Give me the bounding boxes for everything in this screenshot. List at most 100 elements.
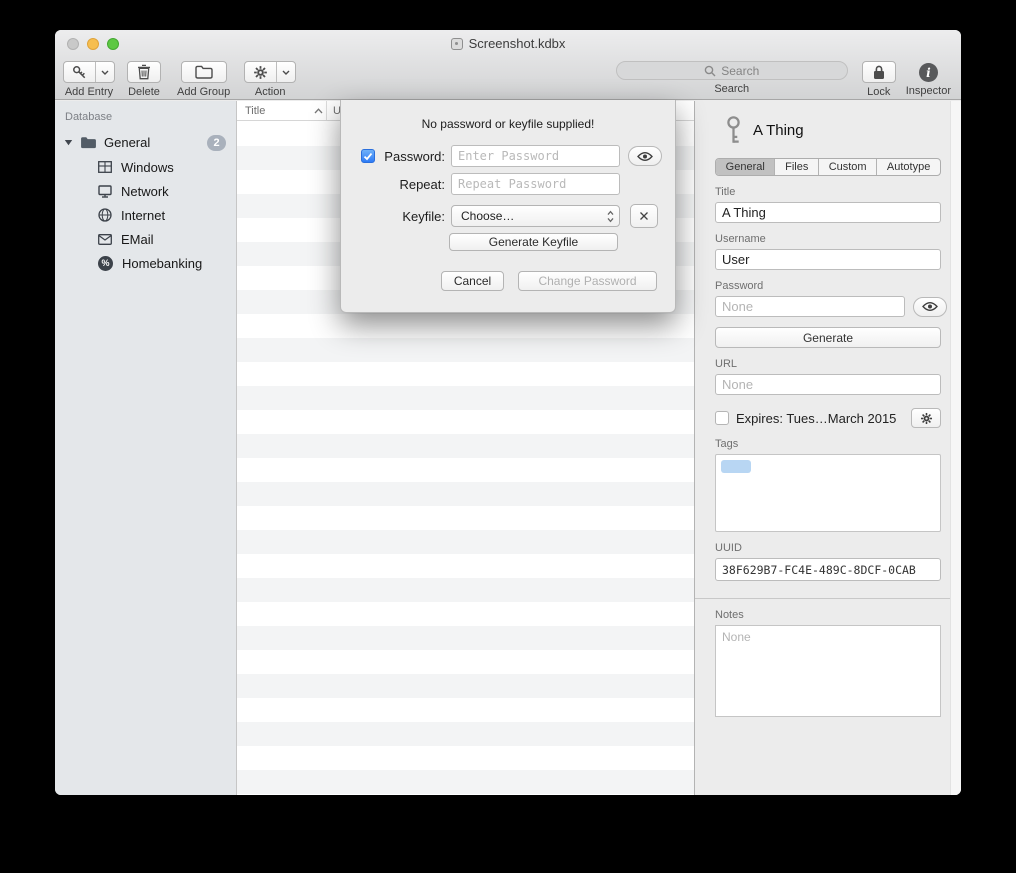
cancel-button[interactable]: Cancel <box>441 271 504 291</box>
add-group-label: Add Group <box>177 86 230 98</box>
key-icon <box>725 115 742 145</box>
lock-button[interactable] <box>862 61 896 83</box>
keyfile-popup-value: Choose… <box>461 209 514 223</box>
url-field-label: URL <box>715 358 941 370</box>
action-tool: Action <box>244 61 296 98</box>
notes-label: Notes <box>715 609 941 621</box>
dialog-keyfile-label: Keyfile: <box>379 209 445 224</box>
info-icon: i <box>926 66 931 80</box>
title-field[interactable] <box>715 202 941 223</box>
inspector-button[interactable]: i <box>919 63 938 82</box>
add-entry-label: Add Entry <box>65 86 113 98</box>
sidebar-item-label: Network <box>121 184 169 199</box>
entry-title: A Thing <box>753 122 804 139</box>
group-count-badge: 2 <box>207 135 226 151</box>
expires-label: Expires: Tues…March 2015 <box>736 411 896 426</box>
password-field-label: Password <box>715 280 941 292</box>
notes-field[interactable] <box>715 625 941 717</box>
dialog-repeat-input[interactable] <box>451 173 620 195</box>
add-entry-button[interactable] <box>63 61 115 83</box>
key-icon <box>64 62 95 82</box>
folder-icon <box>80 136 97 149</box>
delete-button[interactable] <box>127 61 161 83</box>
dialog-password-label: Password: <box>379 149 445 164</box>
sidebar-item-homebanking[interactable]: % Homebanking <box>55 251 236 275</box>
window-title: Screenshot.kdbx <box>469 36 566 51</box>
gear-icon <box>920 412 933 425</box>
dialog-show-password-button[interactable] <box>628 146 662 166</box>
dialog-repeat-label: Repeat: <box>379 177 445 192</box>
tab-files[interactable]: Files <box>775 159 819 175</box>
dialog-keyfile-row: Keyfile: Choose… <box>361 204 658 228</box>
window-title-wrap: Screenshot.kdbx <box>55 30 961 57</box>
dialog-repeat-row: Repeat: <box>361 172 620 196</box>
generate-button[interactable]: Generate <box>715 327 941 348</box>
sidebar-item-network[interactable]: Network <box>55 179 236 203</box>
username-field[interactable] <box>715 249 941 270</box>
sidebar-item-windows[interactable]: Windows <box>55 155 236 179</box>
popup-stepper-icon <box>607 210 614 223</box>
inspector-scrollbar[interactable] <box>950 101 961 795</box>
tab-custom[interactable]: Custom <box>819 159 877 175</box>
search-input[interactable]: Search <box>616 61 848 80</box>
show-password-button[interactable] <box>913 297 947 317</box>
password-field[interactable] <box>715 296 905 317</box>
search-caption: Search <box>714 83 749 95</box>
eye-icon <box>922 301 938 312</box>
lock-tool: Lock <box>862 61 896 98</box>
delete-label: Delete <box>128 86 160 98</box>
disclosure-triangle-icon <box>64 139 73 146</box>
password-row <box>715 296 941 317</box>
add-group-button[interactable] <box>181 61 227 83</box>
tags-field[interactable] <box>715 454 941 532</box>
chevron-down-icon <box>101 70 109 75</box>
sidebar-group-label: General <box>104 135 150 150</box>
action-label: Action <box>255 86 286 98</box>
delete-tool: Delete <box>127 61 161 98</box>
sidebar-item-label: Windows <box>121 160 174 175</box>
search-icon <box>704 65 716 77</box>
password-checkbox[interactable] <box>361 149 375 163</box>
keyfile-popup-button[interactable]: Choose… <box>451 205 620 227</box>
envelope-icon <box>98 234 112 245</box>
dialog-password-input[interactable] <box>451 145 620 167</box>
sidebar: Database General 2 Windows Network <box>55 101 237 795</box>
action-dropdown[interactable] <box>276 62 295 82</box>
titlebar[interactable]: Screenshot.kdbx <box>55 30 961 57</box>
column-header-title[interactable]: Title <box>237 101 327 120</box>
sidebar-item-internet[interactable]: Internet <box>55 203 236 227</box>
uuid-field[interactable] <box>715 558 941 581</box>
tab-general[interactable]: General <box>716 159 775 175</box>
sidebar-header: Database <box>55 108 236 130</box>
expires-row: Expires: Tues…March 2015 <box>715 408 941 428</box>
sidebar-item-email[interactable]: EMail <box>55 227 236 251</box>
tag-chip[interactable] <box>721 460 751 473</box>
inspector-divider <box>695 598 961 599</box>
title-field-label: Title <box>715 186 941 198</box>
generate-keyfile-button[interactable]: Generate Keyfile <box>449 233 618 251</box>
sort-ascending-icon <box>314 108 323 114</box>
globe-icon <box>98 208 112 222</box>
expires-settings-button[interactable] <box>911 408 941 428</box>
gear-icon <box>245 62 276 82</box>
document-icon <box>451 38 463 50</box>
add-entry-dropdown[interactable] <box>95 62 114 82</box>
sidebar-item-label: Homebanking <box>122 256 202 271</box>
expires-checkbox[interactable] <box>715 411 729 425</box>
close-x-icon <box>639 211 649 221</box>
sidebar-group-general[interactable]: General 2 <box>55 130 236 155</box>
add-entry-tool: Add Entry <box>63 61 115 98</box>
change-password-button[interactable]: Change Password <box>518 271 657 291</box>
monitor-icon <box>98 185 112 198</box>
username-field-label: Username <box>715 233 941 245</box>
clear-keyfile-button[interactable] <box>630 204 658 228</box>
window-chrome: Screenshot.kdbx Add Entry <box>55 30 961 100</box>
lock-icon <box>873 65 885 80</box>
folder-icon <box>195 65 213 79</box>
toolbar: Add Entry Delete Add Group <box>55 59 961 99</box>
tab-autotype[interactable]: Autotype <box>877 159 940 175</box>
action-button[interactable] <box>244 61 296 83</box>
add-group-tool: Add Group <box>177 61 230 98</box>
url-field[interactable] <box>715 374 941 395</box>
inspector-panel: A Thing General Files Custom Autotype Ti… <box>695 101 961 795</box>
